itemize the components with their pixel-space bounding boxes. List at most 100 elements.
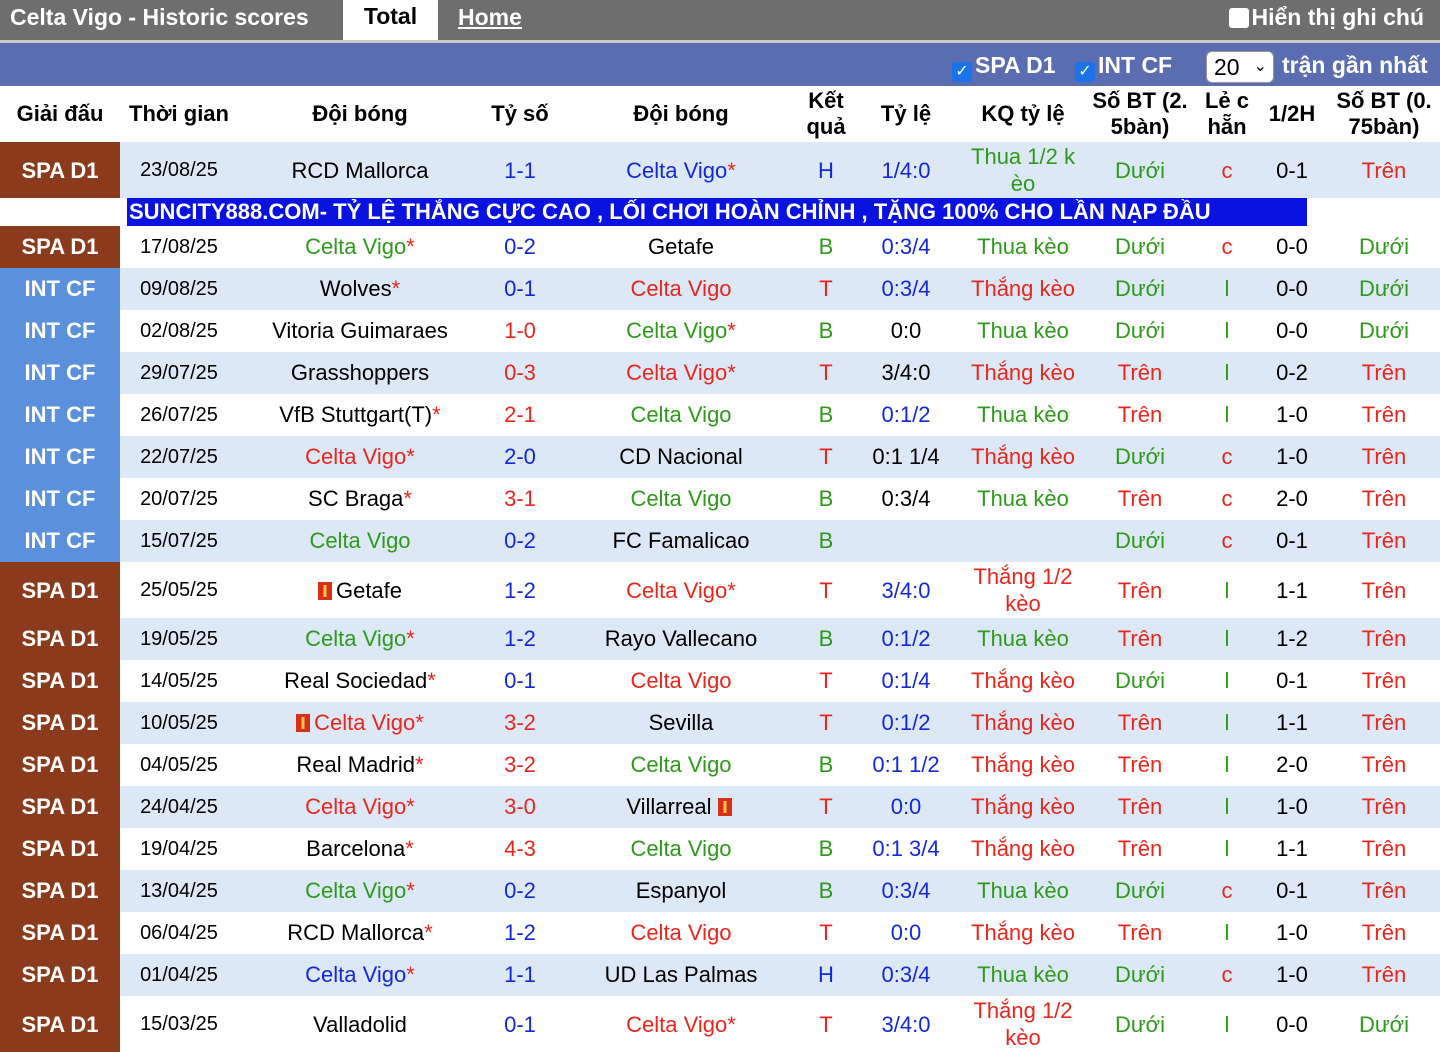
table-row[interactable]: SPA D1 14/05/25 Real Sociedad* 0-1 Celta Vig… — [0, 660, 1440, 702]
table-row[interactable]: SPA D1 24/04/25 Celta Vigo* 3-0 Villarreal T… — [0, 786, 1440, 828]
table-row[interactable]: INT CF 29/07/25 Grasshoppers 0-3 Celta Vigo*… — [0, 352, 1440, 394]
table-row[interactable]: SPA D1 01/04/25 Celta Vigo* 1-1 UD Las Palma… — [0, 954, 1440, 996]
league-badge[interactable]: INT CF — [0, 436, 120, 478]
away-team-name[interactable]: Getafe — [648, 234, 714, 259]
match-score[interactable]: 1-2 — [482, 562, 558, 618]
show-notes-checkbox[interactable] — [1228, 8, 1249, 28]
home-team-name[interactable]: Barcelona — [306, 836, 405, 861]
league-badge[interactable]: SPA D1 — [0, 562, 120, 618]
table-row[interactable]: SPA D1 19/05/25 Celta Vigo* 1-2 Rayo Valleca… — [0, 618, 1440, 660]
tab-total[interactable]: Total — [343, 0, 438, 40]
away-team-name[interactable]: Sevilla — [649, 710, 714, 735]
match-score[interactable]: 1-2 — [482, 912, 558, 954]
check-icon[interactable]: ✓ — [1075, 62, 1095, 82]
home-team-name[interactable]: RCD Mallorca — [292, 158, 429, 183]
league-badge[interactable]: SPA D1 — [0, 954, 120, 996]
home-team-name[interactable]: Celta Vigo — [305, 794, 406, 819]
home-team-name[interactable]: Grasshoppers — [291, 360, 429, 385]
away-team-name[interactable]: Celta Vigo — [630, 752, 731, 777]
match-score[interactable]: 1-1 — [482, 142, 558, 198]
home-team-name[interactable]: RCD Mallorca — [287, 920, 424, 945]
away-team-name[interactable]: Rayo Vallecano — [605, 626, 757, 651]
home-team-name[interactable]: VfB Stuttgart(T) — [279, 402, 432, 427]
away-team-name[interactable]: Celta Vigo — [630, 920, 731, 945]
league-badge[interactable]: INT CF — [0, 520, 120, 562]
league-badge[interactable]: SPA D1 — [0, 912, 120, 954]
away-team-name[interactable]: Celta Vigo — [626, 1012, 727, 1037]
home-team-name[interactable]: Celta Vigo — [309, 528, 410, 553]
home-team-name[interactable]: Celta Vigo — [305, 626, 406, 651]
table-row[interactable]: SPA D1 23/08/25 RCD Mallorca 1-1 Celta Vigo*… — [0, 142, 1440, 198]
away-team-name[interactable]: CD Nacional — [619, 444, 743, 469]
match-score[interactable]: 1-2 — [482, 618, 558, 660]
home-team-name[interactable]: Wolves — [320, 276, 392, 301]
league-badge[interactable]: INT CF — [0, 268, 120, 310]
table-row[interactable]: INT CF 09/08/25 Wolves* 0-1 Celta Vigo T 0:3/4… — [0, 268, 1440, 310]
match-score[interactable]: 0-2 — [482, 520, 558, 562]
match-score[interactable]: 0-2 — [482, 226, 558, 268]
tab-home[interactable]: Home — [458, 4, 522, 31]
match-score[interactable]: 4-3 — [482, 828, 558, 870]
league-badge[interactable]: SPA D1 — [0, 618, 120, 660]
table-row[interactable]: INT CF 20/07/25 SC Braga* 3-1 Celta Vigo B 0:3… — [0, 478, 1440, 520]
table-row[interactable]: INT CF 15/07/25 Celta Vigo 0-2 FC Famalicao B… — [0, 520, 1440, 562]
league-badge[interactable]: INT CF — [0, 352, 120, 394]
match-score[interactable]: 3-1 — [482, 478, 558, 520]
away-team-name[interactable]: Celta Vigo — [626, 360, 727, 385]
home-team-name[interactable]: SC Braga — [308, 486, 403, 511]
away-team-name[interactable]: Celta Vigo — [630, 668, 731, 693]
table-row[interactable]: INT CF 22/07/25 Celta Vigo* 2-0 CD Nacional T… — [0, 436, 1440, 478]
match-count-select[interactable]: 20 ⌄ — [1206, 51, 1274, 83]
home-team-name[interactable]: Vitoria Guimaraes — [272, 318, 448, 343]
home-team-name[interactable]: Celta Vigo — [305, 878, 406, 903]
away-team-name[interactable]: Celta Vigo — [626, 318, 727, 343]
match-score[interactable]: 2-0 — [482, 436, 558, 478]
match-score[interactable]: 1-0 — [482, 310, 558, 352]
league-badge[interactable]: SPA D1 — [0, 142, 120, 198]
table-row[interactable]: SPA D1 10/05/25 Celta Vigo* 3-2 Sevilla T 0:1/… — [0, 702, 1440, 744]
table-row[interactable]: INT CF 02/08/25 Vitoria Guimaraes 1-0 Celta … — [0, 310, 1440, 352]
away-team-name[interactable]: Celta Vigo — [630, 836, 731, 861]
match-score[interactable]: 3-0 — [482, 786, 558, 828]
match-score[interactable]: 3-2 — [482, 744, 558, 786]
away-team-name[interactable]: FC Famalicao — [613, 528, 750, 553]
home-team-name[interactable]: Celta Vigo — [314, 710, 415, 735]
away-team-name[interactable]: Celta Vigo — [626, 578, 727, 603]
filter-spa[interactable]: ✓ SPA D1 — [952, 52, 1056, 82]
home-team-name[interactable]: Celta Vigo — [305, 444, 406, 469]
away-team-name[interactable]: Celta Vigo — [630, 276, 731, 301]
filter-int[interactable]: ✓ INT CF — [1075, 52, 1172, 82]
table-row[interactable]: INT CF 26/07/25 VfB Stuttgart(T)* 2-1 Celta … — [0, 394, 1440, 436]
league-badge[interactable]: SPA D1 — [0, 786, 120, 828]
match-score[interactable]: 0-1 — [482, 660, 558, 702]
check-icon[interactable]: ✓ — [952, 62, 972, 82]
table-row[interactable]: SPA D1 06/04/25 RCD Mallorca* 1-2 Celta Vigo… — [0, 912, 1440, 954]
home-team-name[interactable]: Valladolid — [313, 1012, 407, 1037]
league-badge[interactable]: SPA D1 — [0, 226, 120, 268]
league-badge[interactable]: SPA D1 — [0, 744, 120, 786]
away-team-name[interactable]: Celta Vigo — [626, 158, 727, 183]
match-score[interactable]: 3-2 — [482, 702, 558, 744]
home-team-name[interactable]: Real Sociedad — [284, 668, 427, 693]
away-team-name[interactable]: Villarreal — [626, 794, 711, 819]
table-row[interactable]: SPA D1 17/08/25 Celta Vigo* 0-2 Getafe B 0:3/4… — [0, 226, 1440, 268]
league-badge[interactable]: INT CF — [0, 394, 120, 436]
match-score[interactable]: 1-1 — [482, 954, 558, 996]
league-badge[interactable]: INT CF — [0, 310, 120, 352]
home-team-name[interactable]: Celta Vigo — [305, 962, 406, 987]
match-score[interactable]: 2-1 — [482, 394, 558, 436]
away-team-name[interactable]: Celta Vigo — [630, 486, 731, 511]
league-badge[interactable]: SPA D1 — [0, 660, 120, 702]
league-badge[interactable]: SPA D1 — [0, 702, 120, 744]
show-notes-toggle[interactable]: Hiển thị ghi chú — [1228, 4, 1424, 31]
ad-banner[interactable]: SUNCITY888.COM- TỶ LỆ THẮNG CỰC CAO , LỐ… — [127, 198, 1307, 226]
table-row[interactable]: SPA D1 13/04/25 Celta Vigo* 0-2 Espanyol B 0:3… — [0, 870, 1440, 912]
league-badge[interactable]: SPA D1 — [0, 870, 120, 912]
match-score[interactable]: 0-3 — [482, 352, 558, 394]
home-team-name[interactable]: Getafe — [336, 578, 402, 603]
home-team-name[interactable]: Real Madrid — [296, 752, 415, 777]
table-row[interactable]: SPA D1 19/04/25 Barcelona* 4-3 Celta Vigo B 0:… — [0, 828, 1440, 870]
table-row[interactable]: SPA D1 04/05/25 Real Madrid* 3-2 Celta Vigo B… — [0, 744, 1440, 786]
match-score[interactable]: 0-1 — [482, 268, 558, 310]
away-team-name[interactable]: UD Las Palmas — [605, 962, 758, 987]
